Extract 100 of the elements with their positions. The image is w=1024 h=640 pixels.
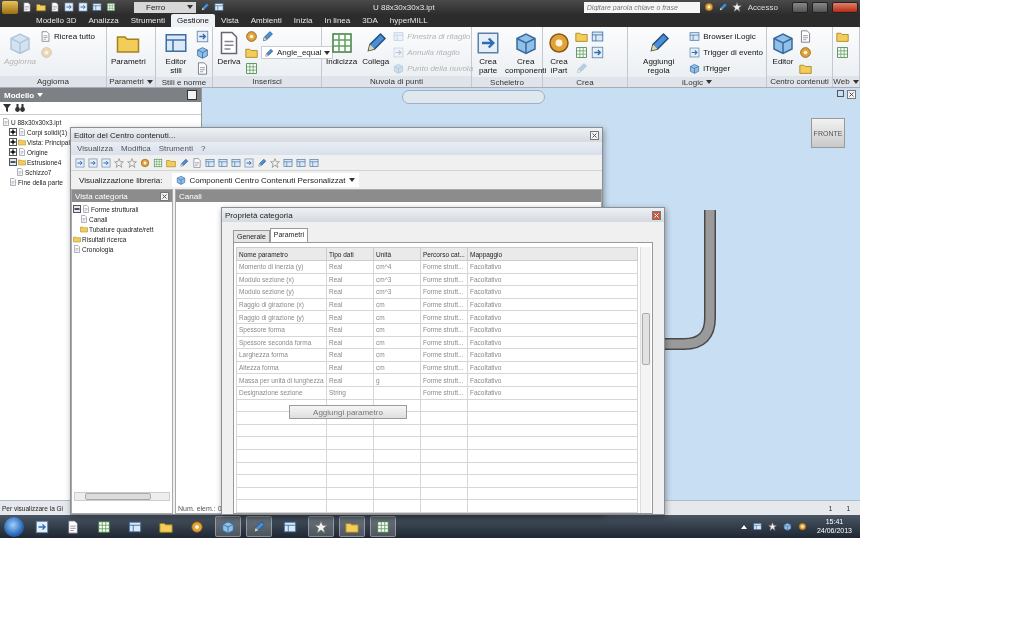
ribbon-button[interactable]: Crea componenti — [504, 29, 548, 78]
ribbon-tab[interactable]: Vista — [215, 14, 245, 27]
pencil-icon[interactable] — [200, 2, 210, 12]
pencil-icon[interactable] — [179, 157, 189, 168]
document-icon[interactable] — [50, 2, 60, 12]
star-icon[interactable] — [767, 522, 777, 531]
maximize-button[interactable] — [812, 1, 828, 13]
pencil-icon[interactable] — [717, 2, 728, 12]
star-icon[interactable] — [731, 2, 742, 12]
expand-icon[interactable] — [9, 128, 17, 136]
expand-icon[interactable] — [9, 138, 17, 146]
close-icon[interactable] — [160, 191, 169, 201]
group-label: Nuvola di punti — [322, 76, 471, 87]
caret-icon — [324, 50, 331, 55]
arrow-icon[interactable] — [196, 30, 209, 43]
sign-in-link[interactable]: Accesso — [747, 2, 778, 12]
app-logo-icon[interactable] — [2, 0, 18, 14]
ribbon-tab[interactable]: Ambienti — [244, 14, 288, 27]
filter-icon[interactable] — [3, 104, 11, 112]
ribbon-tab[interactable]: Gestione — [170, 14, 215, 27]
star-icon[interactable] — [114, 157, 124, 168]
pencil-icon[interactable] — [257, 157, 267, 168]
menu-item[interactable]: ? — [200, 144, 206, 153]
ribbon-tab[interactable]: hyperMILL — [383, 14, 434, 27]
menu-item[interactable]: Strumenti — [158, 144, 193, 153]
style-dropdown[interactable]: Angle_equal — [261, 46, 334, 59]
arrow-icon[interactable] — [78, 2, 88, 12]
tray-arrow-icon[interactable] — [740, 524, 747, 529]
ribbon-button[interactable]: Editor stili — [159, 29, 193, 78]
ribbon-button[interactable]: Parametri — [110, 29, 147, 76]
gear-icon[interactable] — [797, 522, 807, 531]
minimize-button[interactable] — [792, 1, 808, 13]
gear-icon[interactable] — [703, 2, 714, 12]
expand-icon[interactable] — [9, 148, 17, 156]
panel-title[interactable]: Modello — [4, 90, 44, 100]
close-icon[interactable] — [847, 90, 856, 99]
ribbon-button[interactable]: Aggiungi regola — [631, 29, 687, 78]
star-icon[interactable] — [314, 519, 328, 534]
star-icon[interactable] — [127, 157, 137, 168]
pencil-icon[interactable] — [261, 30, 274, 43]
folder-icon[interactable] — [36, 2, 46, 12]
add-parameter-button[interactable]: Aggiungi parametro — [289, 405, 407, 419]
close-icon[interactable] — [652, 210, 661, 220]
gear-icon — [547, 31, 571, 55]
cube-icon[interactable] — [196, 46, 209, 59]
ribbon-button[interactable]: Crea parte — [475, 29, 501, 78]
ribbon-button[interactable]: Collega — [361, 29, 391, 76]
collapse-icon[interactable] — [9, 158, 17, 166]
start-button[interactable] — [4, 516, 24, 537]
binoculars-icon[interactable] — [15, 104, 25, 112]
star-icon[interactable] — [270, 157, 280, 168]
ribbon-button[interactable]: Browser iLogic — [689, 30, 763, 43]
pane-title: Vista categoria — [75, 191, 128, 201]
close-button[interactable] — [832, 1, 858, 13]
menu-item[interactable]: Visualizza — [77, 144, 113, 153]
ribbon-tab[interactable]: Analizza — [82, 14, 125, 27]
collapse-icon[interactable] — [73, 205, 81, 213]
ribbon-button[interactable]: Editor — [770, 29, 796, 76]
style-dropdown[interactable]: Ferro — [134, 1, 196, 13]
caret-icon — [852, 79, 859, 84]
document-icon[interactable] — [66, 519, 80, 534]
grid-icon[interactable] — [92, 2, 102, 12]
scrollbar[interactable] — [74, 492, 170, 501]
close-icon[interactable] — [590, 130, 599, 140]
ribbon-tab[interactable]: Inizia — [287, 14, 319, 27]
grid-icon[interactable] — [752, 522, 762, 531]
ribbon-button[interactable]: Deriva — [216, 29, 242, 76]
menu-item[interactable]: Modifica — [120, 144, 151, 153]
pencil-icon[interactable] — [252, 519, 266, 534]
sheet-icon[interactable] — [97, 519, 111, 534]
group-label[interactable]: iLogic — [628, 77, 766, 87]
ribbon-button[interactable]: iTrigger — [689, 62, 763, 75]
scrollbar[interactable] — [640, 247, 651, 513]
ribbon-tab[interactable]: Modello 3D — [30, 14, 83, 27]
ribbon-tab[interactable]: Strumenti — [124, 14, 171, 27]
restore-icon[interactable] — [837, 90, 844, 97]
gear-icon[interactable] — [190, 519, 204, 534]
ribbon-tab[interactable]: 3DA — [356, 14, 384, 27]
ribbon-button[interactable]: Crea iPart — [546, 29, 572, 78]
sheet-icon[interactable] — [106, 2, 116, 12]
ribbon-button[interactable]: Ricrea tutto — [40, 30, 95, 43]
caret-icon — [348, 178, 355, 182]
ribbon-button[interactable]: Trigger di evento — [689, 46, 763, 59]
ribbon-tab[interactable]: In linea — [318, 14, 357, 27]
sheet-icon[interactable] — [376, 519, 390, 534]
group-label: Aggiorna — [0, 76, 106, 87]
document-icon — [9, 178, 17, 186]
group-label: Scheletro — [472, 77, 542, 87]
group-label[interactable]: Parametri — [107, 76, 155, 87]
cube-icon[interactable] — [782, 522, 792, 531]
arrow-icon[interactable] — [64, 2, 74, 12]
group-label[interactable]: Web — [833, 76, 859, 87]
cube-icon — [689, 63, 701, 74]
grid-icon[interactable] — [283, 519, 297, 534]
library-dropdown[interactable]: Componenti Centro Contenuti Personalizzat — [172, 173, 359, 187]
grid-icon[interactable] — [214, 2, 224, 12]
document-icon[interactable] — [22, 2, 32, 12]
grid-icon[interactable] — [128, 519, 142, 534]
cube-icon[interactable] — [221, 519, 235, 534]
arrow-icon[interactable] — [591, 46, 604, 59]
